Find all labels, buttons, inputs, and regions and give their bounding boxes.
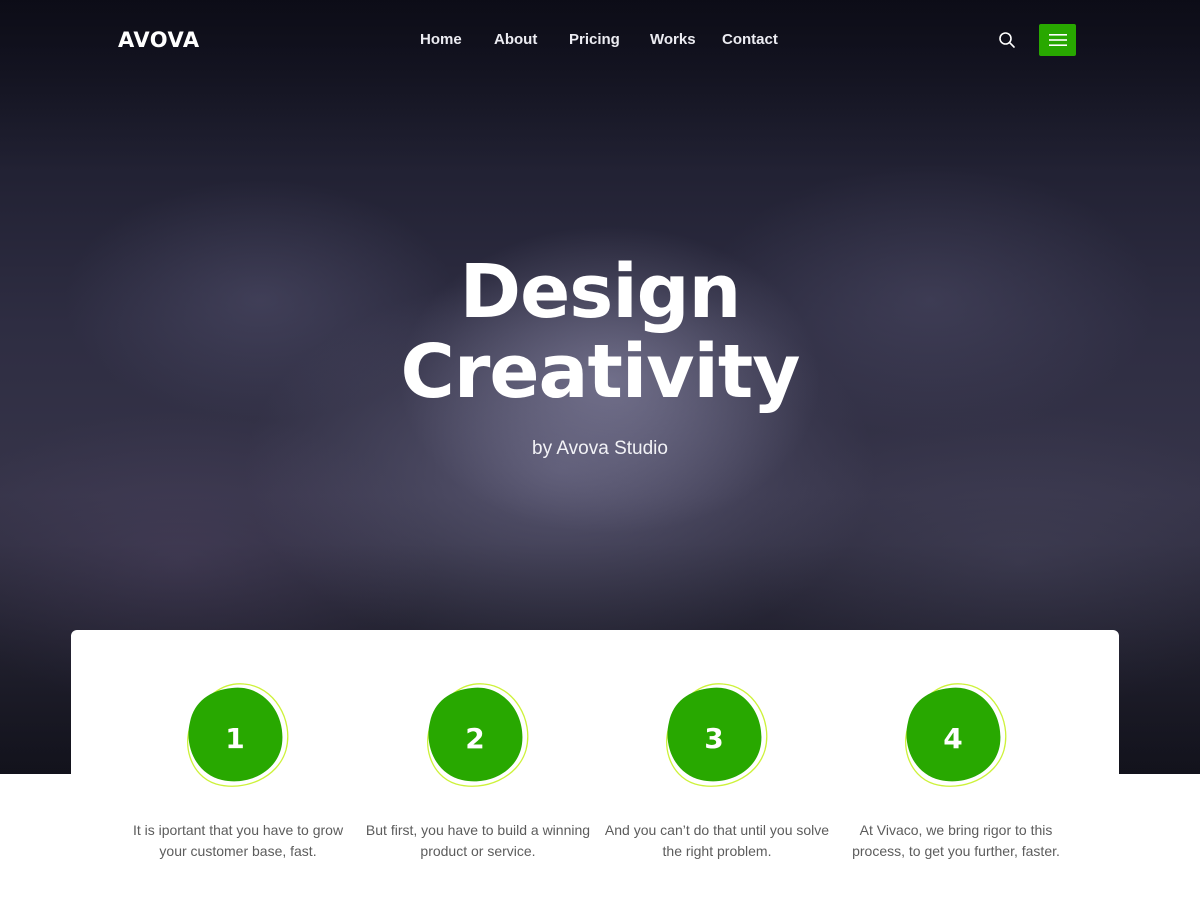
feature-item-2: 2 But first, you have to build a winning…: [366, 630, 590, 900]
feature-item-4: 4 At Vivaco, we bring rigor to this proc…: [852, 630, 1060, 900]
feature-number-badge: 4: [900, 680, 1012, 792]
hamburger-menu-icon: [1048, 34, 1067, 46]
feature-number: 3: [704, 722, 723, 755]
feature-number-badge: 2: [422, 680, 534, 792]
features-card: 1 It is iportant that you have to grow y…: [71, 630, 1119, 900]
hero-title: Design Creativity: [0, 252, 1200, 412]
feature-description: But first, you have to build a winning p…: [365, 822, 591, 859]
feature-description: At Vivaco, we bring rigor to this proces…: [852, 822, 1060, 859]
feature-description: It is iportant that you have to grow you…: [132, 822, 344, 859]
nav-item-home[interactable]: Home: [420, 30, 462, 50]
feature-number: 1: [225, 722, 244, 755]
hero-subtitle: by Avova Studio: [532, 438, 668, 459]
main-nav: Home About Pricing Works Contact: [0, 30, 1200, 50]
nav-item-works[interactable]: Works: [650, 30, 696, 50]
feature-number: 2: [465, 722, 484, 755]
hero-title-line2: Creativity: [400, 329, 801, 415]
nav-item-contact[interactable]: Contact: [722, 30, 778, 50]
blob-shape-icon: 2: [427, 683, 529, 787]
search-button[interactable]: [998, 31, 1016, 49]
hero-title-line1: Design: [459, 249, 742, 335]
feature-number: 4: [943, 722, 962, 755]
nav-item-about[interactable]: About: [494, 30, 537, 50]
search-icon: [999, 32, 1015, 48]
feature-number-badge: 3: [661, 680, 773, 792]
feature-description: And you can’t do that until you solve th…: [604, 822, 830, 859]
nav-item-pricing[interactable]: Pricing: [569, 30, 620, 50]
blob-shape-icon: 4: [905, 683, 1007, 787]
blob-shape-icon: 1: [187, 683, 289, 787]
navbar: AVOVA Home About Pricing Works Contact: [0, 0, 1200, 80]
feature-number-badge: 1: [182, 680, 294, 792]
feature-item-3: 3 And you can’t do that until you solve …: [605, 630, 829, 900]
feature-item-1: 1 It is iportant that you have to grow y…: [133, 630, 343, 900]
menu-toggle-button[interactable]: [1039, 24, 1076, 56]
blob-shape-icon: 3: [666, 683, 768, 787]
